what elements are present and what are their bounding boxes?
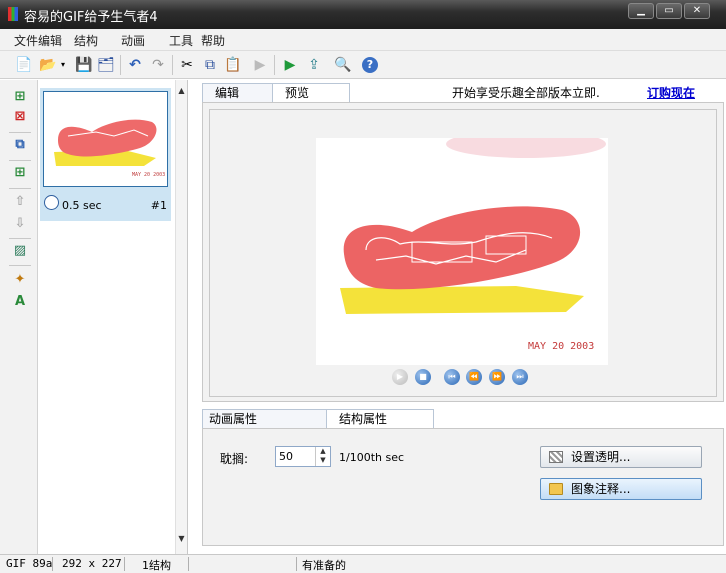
- menu-file-edit[interactable]: 文件编辑: [14, 32, 62, 49]
- close-button[interactable]: ✕: [684, 3, 710, 19]
- status-bar: GIF 89a 292 x 227 1结构 有准备的: [0, 554, 726, 573]
- next-frame-icon[interactable]: ⏩: [489, 369, 505, 385]
- preview-canvas: MAY 20 2003: [316, 130, 608, 365]
- status-dimensions: 292 x 227: [62, 557, 122, 570]
- frame-list-scrollbar[interactable]: ▲ ▼: [175, 80, 187, 554]
- status-format: GIF 89a: [6, 557, 53, 570]
- open-dropdown-icon[interactable]: ▾: [58, 55, 68, 75]
- frame-item[interactable]: MAY 20 2003 0.5 sec #1: [40, 88, 171, 221]
- export-icon[interactable]: ⇪: [304, 55, 324, 75]
- text-icon[interactable]: A: [10, 293, 30, 311]
- previous-frame-icon[interactable]: ⏪: [466, 369, 482, 385]
- title-bar: 容易的GIF给予生气者4 ▁ ▭ ✕: [0, 0, 726, 29]
- status-state: 有准备的: [302, 559, 346, 572]
- app-icon: [8, 7, 18, 21]
- date-stamp: MAY 20 2003: [528, 341, 594, 352]
- set-transparency-label: 设置透明...: [571, 450, 631, 464]
- paste-icon[interactable]: 📋: [223, 55, 243, 75]
- tab-animation-properties[interactable]: 动画属性: [202, 409, 328, 429]
- frame-delay-time: 0.5 sec: [62, 199, 102, 212]
- cut-icon[interactable]: ✂: [177, 55, 197, 75]
- transparency-icon: [549, 451, 563, 463]
- frame-number: #1: [150, 199, 167, 212]
- play-animation-icon[interactable]: ▶: [280, 55, 300, 75]
- status-frame-count: 1结构: [142, 559, 171, 572]
- preview-browser-icon[interactable]: 🔍: [333, 55, 353, 75]
- tab-frame-properties[interactable]: 结构属性: [326, 409, 434, 430]
- move-down-icon[interactable]: ⇩: [10, 215, 30, 233]
- preview-frame: MAY 20 2003 ▶ ■ ⏮ ⏪ ⏩ ⏭: [209, 109, 717, 397]
- thumb-date-stamp: MAY 20 2003: [132, 172, 165, 178]
- image-effects-icon[interactable]: ▨: [10, 242, 30, 260]
- set-transparency-button[interactable]: 设置透明...: [540, 446, 702, 468]
- delete-frame-icon[interactable]: ⊠: [10, 108, 30, 126]
- delay-spinner[interactable]: ▲ ▼: [315, 447, 330, 466]
- new-file-icon[interactable]: 📄: [14, 55, 34, 75]
- undo-icon[interactable]: ↶: [125, 55, 145, 75]
- frame-tools-bar: ⊞ ⊠ ⧉ ⊞ ⇧ ⇩ ▨ ✦ A: [0, 80, 38, 554]
- help-icon[interactable]: ?: [362, 57, 378, 73]
- minimize-button[interactable]: ▁: [628, 3, 654, 19]
- menu-help[interactable]: 帮助: [201, 32, 225, 49]
- buy-now-link[interactable]: 订购现在: [647, 84, 695, 101]
- image-comment-label: 图象注释...: [571, 482, 631, 496]
- folder-icon: [549, 483, 563, 495]
- play-icon[interactable]: ▶: [392, 369, 408, 385]
- stop-icon[interactable]: ■: [415, 369, 431, 385]
- delay-unit: 1/100th sec: [339, 451, 405, 464]
- frame-thumbnail: MAY 20 2003: [43, 91, 168, 187]
- duplicate-frame-icon[interactable]: ⧉: [10, 136, 30, 154]
- window-title: 容易的GIF给予生气者4: [24, 10, 158, 25]
- magic-wand-icon[interactable]: ✦: [10, 271, 30, 289]
- delay-label: 耽搁:: [220, 452, 249, 466]
- tab-preview[interactable]: 预览: [272, 83, 350, 104]
- promo-text: 开始享受乐趣全部版本立即.: [452, 86, 600, 100]
- maximize-button[interactable]: ▭: [656, 3, 682, 19]
- preview-panel: MAY 20 2003 ▶ ■ ⏮ ⏪ ⏩ ⏭: [202, 102, 724, 402]
- menu-animation[interactable]: 动画: [121, 32, 145, 49]
- play-disabled-icon[interactable]: ▶: [250, 55, 270, 75]
- menu-tools[interactable]: 工具: [169, 32, 193, 49]
- image-comment-button[interactable]: 图象注释...: [540, 478, 702, 500]
- add-frame-icon[interactable]: ⊞: [10, 88, 30, 106]
- insert-blank-frame-icon[interactable]: ⊞: [10, 164, 30, 182]
- save-all-icon[interactable]: 🗂: [96, 55, 116, 75]
- scroll-down-arrow[interactable]: ▼: [177, 534, 186, 544]
- last-frame-icon[interactable]: ⏭: [512, 369, 528, 385]
- open-folder-icon[interactable]: 📂: [38, 55, 58, 75]
- move-up-icon[interactable]: ⇧: [10, 193, 30, 211]
- menu-bar: 文件编辑 结构 动画 工具 帮助: [0, 29, 726, 51]
- menu-structure[interactable]: 结构: [74, 32, 98, 49]
- redo-icon[interactable]: ↷: [148, 55, 168, 75]
- tab-edit[interactable]: 编辑: [202, 83, 274, 103]
- clock-icon: [44, 195, 59, 210]
- properties-tabs: 动画属性 结构属性: [202, 409, 724, 430]
- scroll-up-arrow[interactable]: ▲: [177, 86, 186, 96]
- save-icon[interactable]: 💾: [74, 55, 94, 75]
- copy-icon[interactable]: ⧉: [200, 55, 220, 75]
- playback-controls: ▶ ■ ⏮ ⏪ ⏩ ⏭: [392, 369, 542, 389]
- frame-list-panel: MAY 20 2003 0.5 sec #1 ▲ ▼: [38, 80, 188, 554]
- toolbar: 📄 📂 ▾ 💾 🗂 ↶ ↷ ✂ ⧉ 📋 ▶ ▶ ⇪ 🔍 ?: [0, 51, 726, 79]
- frame-properties-panel: 耽搁: 50 ▲ ▼ 1/100th sec 设置透明... 图象注释...: [202, 428, 724, 546]
- first-frame-icon[interactable]: ⏮: [444, 369, 460, 385]
